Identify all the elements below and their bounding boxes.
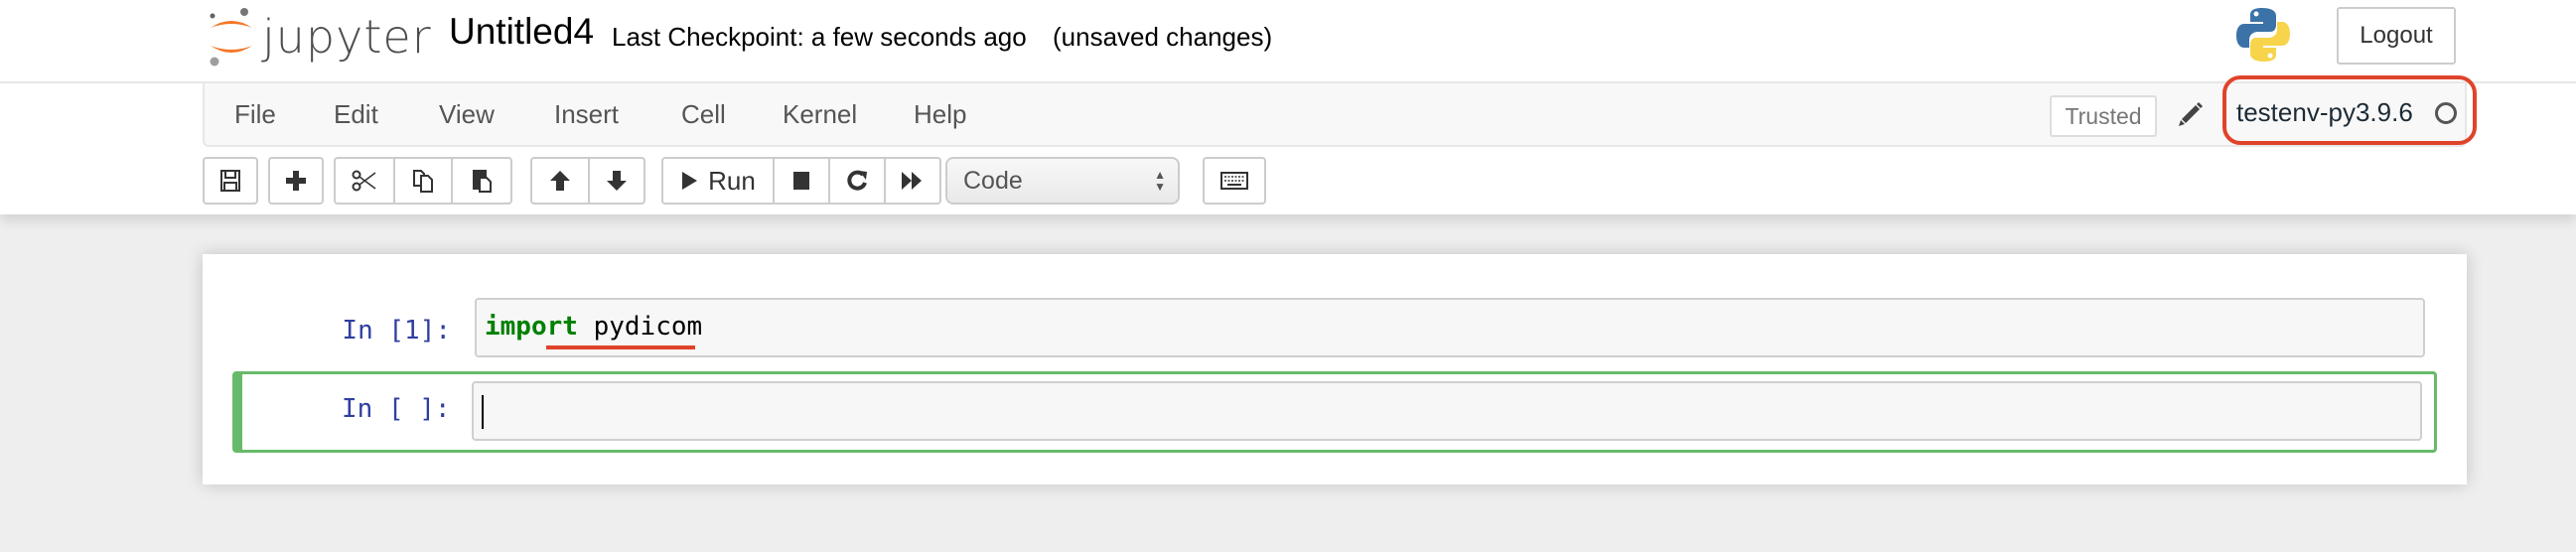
top-bar: jupyter Untitled4 Last Checkpoint: a few… bbox=[0, 0, 2576, 83]
text-cursor bbox=[482, 395, 484, 429]
move-down-button[interactable] bbox=[588, 157, 645, 205]
clipboard-group bbox=[334, 157, 512, 205]
code-cell[interactable]: In [1]: import pydicom bbox=[232, 292, 2437, 373]
input-prompt: In [1]: bbox=[342, 316, 451, 345]
stop-icon bbox=[793, 172, 809, 190]
python-logo-icon bbox=[2236, 8, 2290, 62]
logo-text: jupyter bbox=[262, 10, 432, 64]
jupyter-logo[interactable]: jupyter bbox=[207, 6, 431, 68]
menu-view[interactable]: View bbox=[439, 99, 495, 130]
kernel-annotation-highlight bbox=[2222, 75, 2477, 145]
unsaved-indicator: (unsaved changes) bbox=[1053, 22, 1273, 52]
menu-help[interactable]: Help bbox=[914, 99, 966, 130]
restart-run-all-button[interactable] bbox=[884, 157, 941, 205]
checkpoint-status: Last Checkpoint: a few seconds ago bbox=[612, 22, 1027, 52]
annotation-underline bbox=[546, 345, 695, 349]
notebook-container: In [1]: import pydicom In [ ]: bbox=[203, 254, 2467, 484]
cut-button[interactable] bbox=[334, 157, 395, 205]
restart-button[interactable] bbox=[828, 157, 886, 205]
code-text: import pydicom bbox=[485, 312, 702, 342]
jupyter-logo-icon bbox=[210, 8, 252, 67]
paste-button[interactable] bbox=[451, 157, 512, 205]
copy-button[interactable] bbox=[393, 157, 453, 205]
paste-icon bbox=[473, 170, 492, 193]
save-group bbox=[203, 157, 258, 205]
trusted-badge[interactable]: Trusted bbox=[2050, 95, 2157, 137]
interrupt-button[interactable] bbox=[773, 157, 830, 205]
menu-cell[interactable]: Cell bbox=[681, 99, 726, 130]
fast-forward-icon bbox=[902, 172, 922, 190]
keyboard-shortcuts-button[interactable] bbox=[1203, 157, 1266, 205]
run-button[interactable]: Run bbox=[661, 157, 775, 205]
scissors-icon bbox=[352, 170, 376, 192]
run-label: Run bbox=[708, 165, 756, 196]
select-arrows-icon: ▲ ▼ bbox=[1154, 168, 1166, 194]
menu-file[interactable]: File bbox=[234, 99, 276, 130]
keyboard-icon bbox=[1220, 172, 1248, 190]
menu-kernel[interactable]: Kernel bbox=[783, 99, 857, 130]
code-keyword: import bbox=[485, 312, 578, 342]
code-module: pydicom bbox=[577, 312, 703, 342]
menu-bar: File Edit View Insert Cell Kernel Help T… bbox=[203, 83, 2467, 147]
move-up-button[interactable] bbox=[530, 157, 590, 205]
cell-type-value: Code bbox=[963, 166, 1023, 195]
play-icon bbox=[682, 172, 698, 190]
code-input[interactable]: import pydicom bbox=[475, 298, 2425, 357]
run-group: Run bbox=[661, 157, 941, 205]
logout-button[interactable]: Logout bbox=[2337, 7, 2456, 65]
insert-cell-button[interactable] bbox=[268, 157, 324, 205]
arrow-down-icon bbox=[607, 171, 627, 191]
insert-group bbox=[268, 157, 324, 205]
save-button[interactable] bbox=[203, 157, 258, 205]
restart-icon bbox=[847, 170, 867, 191]
floppy-disk-icon bbox=[220, 170, 240, 192]
move-group bbox=[530, 157, 645, 205]
menu-edit[interactable]: Edit bbox=[334, 99, 378, 130]
menu-insert[interactable]: Insert bbox=[554, 99, 619, 130]
notebook-title[interactable]: Untitled4 bbox=[449, 11, 594, 53]
edit-mode-pencil-icon bbox=[2179, 102, 2203, 126]
code-cell-selected[interactable]: In [ ]: bbox=[232, 371, 2437, 453]
plus-icon bbox=[286, 171, 306, 191]
input-prompt: In [ ]: bbox=[342, 394, 451, 424]
code-input[interactable] bbox=[472, 381, 2422, 441]
notebook-header: jupyter Untitled4 Last Checkpoint: a few… bbox=[0, 0, 2576, 214]
copy-icon bbox=[413, 170, 433, 193]
cell-type-select[interactable]: Code ▲ ▼ bbox=[945, 157, 1180, 205]
arrow-up-icon bbox=[550, 171, 570, 191]
